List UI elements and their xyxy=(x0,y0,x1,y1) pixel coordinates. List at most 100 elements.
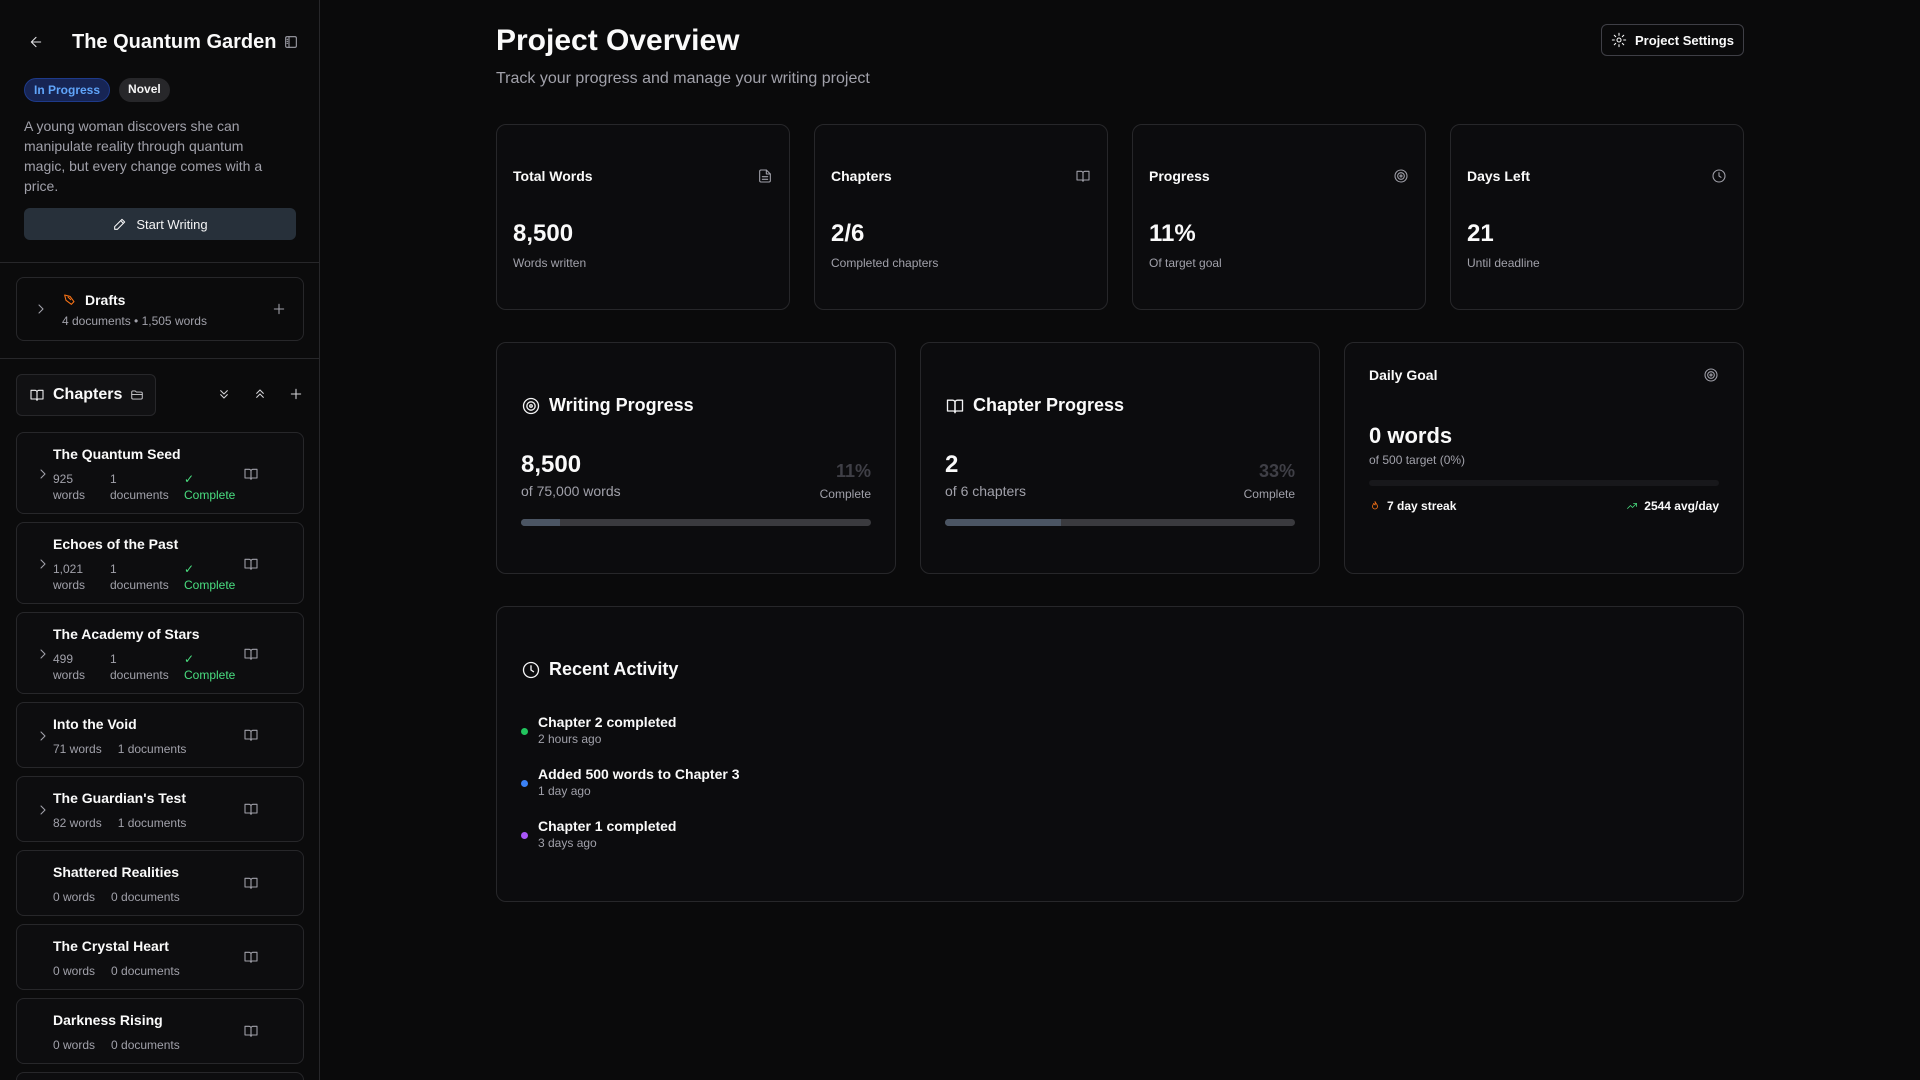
chapter-doc-count: 0 documents xyxy=(111,964,180,978)
stat-caption: Until deadline xyxy=(1467,256,1540,270)
collapse-all-icon[interactable] xyxy=(252,386,268,402)
divider xyxy=(0,358,319,359)
add-chapter-icon[interactable] xyxy=(288,386,304,402)
book-open-icon[interactable] xyxy=(243,727,259,743)
project-description: A young woman discovers she can manipula… xyxy=(24,118,263,194)
main-content: Project Overview Track your progress and… xyxy=(320,0,1920,1080)
chapter-word-count: 1,021 xyxy=(53,562,84,576)
chapter-item[interactable]: Darkness Rising 0 words 0 documents xyxy=(16,998,304,1064)
stat-card-total-words: Total Words 8,500 Words written xyxy=(496,124,790,310)
chapter-status: Complete xyxy=(184,578,236,592)
book-open-icon[interactable] xyxy=(243,1023,259,1039)
card-title: Writing Progress xyxy=(549,395,694,415)
target-icon xyxy=(1704,368,1718,382)
start-writing-label: Start Writing xyxy=(136,216,208,232)
chevron-right-icon[interactable] xyxy=(35,556,51,572)
chapter-title: Echoes of the Past xyxy=(53,536,179,552)
page-title: Project Overview xyxy=(496,24,740,57)
target-icon xyxy=(1394,169,1408,183)
chapter-status: Complete xyxy=(184,668,236,682)
activity-dot xyxy=(521,728,528,735)
activity-time: 3 days ago xyxy=(538,836,597,850)
stat-label: Total Words xyxy=(513,168,593,184)
activity-time: 1 day ago xyxy=(538,784,591,798)
chapter-doc-count: 1 documents xyxy=(117,742,187,756)
target-icon xyxy=(522,397,540,414)
progress-value: 2 xyxy=(945,451,959,478)
drafts-folder[interactable]: Drafts 4 documents • 1,505 words xyxy=(16,277,304,341)
chapter-title: The Academy of Stars xyxy=(53,626,200,642)
activity-text: Chapter 2 completed xyxy=(538,714,677,730)
chapter-doc-count: 1 xyxy=(110,652,117,666)
trending-up-icon xyxy=(1627,503,1638,509)
book-open-icon[interactable] xyxy=(243,801,259,817)
stat-label: Progress xyxy=(1149,168,1210,184)
chapter-item[interactable]: The Academy of Stars 499 words 1 documents… xyxy=(16,612,304,694)
add-draft-icon[interactable] xyxy=(271,301,287,317)
chapter-title: The Guardian's Test xyxy=(53,790,186,806)
chevron-right-icon[interactable] xyxy=(35,728,51,744)
divider xyxy=(0,262,319,263)
chevron-right-icon[interactable] xyxy=(35,466,51,482)
chapter-doc-count: 1 xyxy=(110,562,117,576)
arrow-left-icon xyxy=(30,36,42,48)
chapter-item[interactable] xyxy=(16,1072,304,1080)
chapter-item[interactable]: Into the Void 71 words 1 documents xyxy=(16,702,304,768)
stat-card-chapters: Chapters 2/6 Completed chapters xyxy=(814,124,1108,310)
book-open-icon[interactable] xyxy=(243,875,259,891)
toggle-sidebar-button[interactable] xyxy=(283,34,299,50)
drafts-icon xyxy=(64,294,75,305)
chapter-item[interactable]: Shattered Realities 0 words 0 documents xyxy=(16,850,304,916)
project-settings-button[interactable]: Project Settings xyxy=(1601,24,1744,56)
progress-value: 8,500 xyxy=(521,451,582,478)
chapter-title: The Crystal Heart xyxy=(53,938,169,954)
book-open-icon[interactable] xyxy=(243,646,259,662)
expand-all-icon[interactable] xyxy=(216,386,232,402)
check-icon: ✓ xyxy=(184,652,195,666)
daily-goal-card: Daily Goal 0 words of 500 target (0%) 7 … xyxy=(1344,342,1744,574)
stat-value: 2/6 xyxy=(831,220,865,247)
words-unit: words xyxy=(53,668,86,682)
chapters-tab[interactable]: Chapters xyxy=(16,374,156,416)
project-title: The Quantum Garden xyxy=(72,30,277,53)
chapter-word-count: 925 xyxy=(53,472,74,486)
progress-percent-label: Complete xyxy=(819,487,871,501)
book-open-icon[interactable] xyxy=(243,949,259,965)
activity-text: Added 500 words to Chapter 3 xyxy=(538,766,740,782)
chapter-item[interactable]: The Guardian's Test 82 words 1 documents xyxy=(16,776,304,842)
chapter-item[interactable]: The Crystal Heart 0 words 0 documents xyxy=(16,924,304,990)
stat-card-days-left: Days Left 21 Until deadline xyxy=(1450,124,1744,310)
activity-item: Chapter 1 completed 3 days ago xyxy=(521,817,676,851)
chapters-header: Chapters xyxy=(16,374,304,416)
back-button[interactable] xyxy=(24,30,48,54)
chevron-right-icon[interactable] xyxy=(33,301,49,317)
chapter-doc-count: 1 xyxy=(110,472,117,486)
chapter-progress-card: Chapter Progress 2 of 6 chapters 33% Com… xyxy=(920,342,1320,574)
flame-icon xyxy=(1372,501,1378,510)
progress-bar xyxy=(521,519,871,526)
book-open-icon[interactable] xyxy=(243,466,259,482)
card-title: Recent Activity xyxy=(549,659,679,679)
status-badge: In Progress xyxy=(24,78,111,102)
folder-open-icon[interactable] xyxy=(130,388,144,402)
project-header: The Quantum Garden In Progress Novel A y… xyxy=(24,28,304,240)
chapter-doc-count: 0 documents xyxy=(111,1038,180,1052)
gear-icon xyxy=(1611,32,1627,48)
project-settings-label: Project Settings xyxy=(1635,32,1734,48)
chapter-item[interactable]: Echoes of the Past 1,021 words 1 documents… xyxy=(16,522,304,604)
chapter-item[interactable]: The Quantum Seed 925 words 1 documents ✓ Co… xyxy=(16,432,304,514)
chevron-right-icon[interactable] xyxy=(35,646,51,662)
activity-item: Chapter 2 completed 2 hours ago xyxy=(521,713,676,747)
stat-caption: Words written xyxy=(513,256,587,270)
progress-percent: 33% xyxy=(1258,461,1295,481)
chapter-word-count: 0 words xyxy=(53,1038,96,1052)
chapter-doc-count: 0 documents xyxy=(111,890,180,904)
book-open-icon[interactable] xyxy=(243,556,259,572)
start-writing-button[interactable]: Start Writing xyxy=(24,208,296,240)
stat-value: 11% xyxy=(1149,220,1196,247)
chapter-word-count: 71 words xyxy=(53,742,102,756)
docs-unit: documents xyxy=(110,668,169,682)
chevron-right-icon[interactable] xyxy=(35,802,51,818)
stat-label: Chapters xyxy=(831,168,892,184)
chapter-status: Complete xyxy=(184,488,236,502)
